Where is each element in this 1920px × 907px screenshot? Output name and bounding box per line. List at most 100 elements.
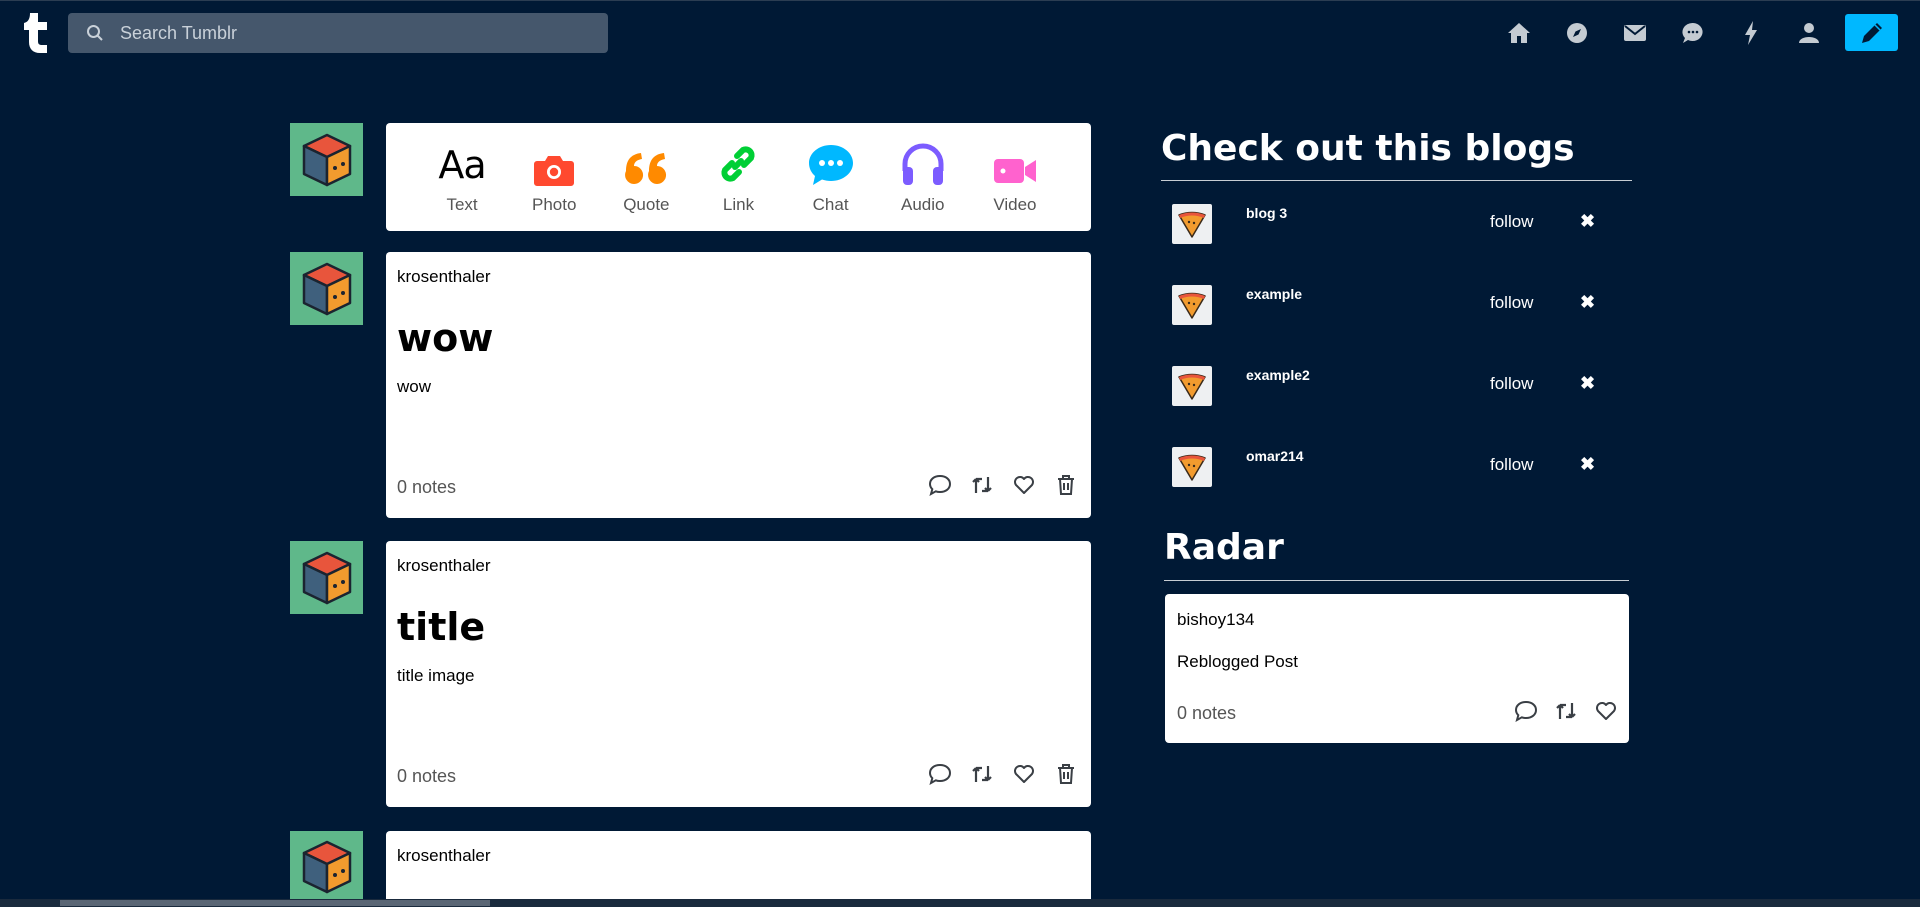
radar-divider — [1164, 580, 1629, 581]
post-title: title — [397, 605, 486, 649]
blog-avatar[interactable] — [1172, 447, 1212, 487]
like-icon[interactable] — [1593, 698, 1619, 724]
post-card: krosenthaler — [386, 831, 1091, 899]
dismiss-icon[interactable]: ✖ — [1580, 292, 1595, 313]
inbox-icon[interactable] — [1606, 15, 1664, 51]
video-icon — [993, 159, 1036, 183]
comment-icon[interactable] — [927, 761, 953, 787]
blog-avatar[interactable] — [1172, 366, 1212, 406]
post-notes[interactable]: 0 notes — [397, 477, 456, 498]
follow-button[interactable]: follow — [1490, 374, 1533, 394]
post-author[interactable]: krosenthaler — [397, 267, 491, 287]
recommended-heading: Check out this blogs — [1161, 128, 1575, 169]
post-avatar[interactable] — [290, 541, 363, 614]
post-type-label: Text — [446, 195, 478, 214]
reblog-icon[interactable] — [969, 472, 995, 498]
radar-post-text: Reblogged Post — [1177, 652, 1298, 671]
cube-avatar-icon — [302, 262, 351, 315]
dismiss-icon[interactable]: ✖ — [1580, 373, 1595, 394]
post-notes[interactable]: 0 notes — [397, 766, 456, 787]
post-actions — [927, 472, 1079, 498]
dismiss-icon[interactable]: ✖ — [1580, 454, 1595, 475]
post-actions — [927, 761, 1079, 787]
follow-button[interactable]: follow — [1490, 455, 1533, 475]
quote-icon — [625, 153, 667, 184]
post-body: wow — [397, 377, 432, 396]
blog-name[interactable]: omar214 — [1246, 448, 1304, 464]
post-type-label: Quote — [623, 195, 670, 214]
radar-post-actions — [1513, 698, 1619, 724]
follow-button[interactable]: follow — [1490, 293, 1533, 313]
blog-avatar[interactable] — [1172, 204, 1212, 244]
heading-divider — [1161, 180, 1632, 181]
post-avatar[interactable] — [290, 252, 363, 325]
reblog-icon[interactable] — [969, 761, 995, 787]
explore-icon[interactable] — [1548, 15, 1606, 51]
messages-icon[interactable] — [1664, 15, 1722, 51]
post-body: title image — [397, 666, 475, 685]
scrollbar-thumb[interactable] — [60, 900, 490, 906]
cube-avatar-icon — [302, 551, 351, 604]
post-type-text[interactable]: Aa Text — [422, 139, 502, 215]
pizza-slice-icon — [1178, 292, 1206, 319]
post-type-label: Audio — [901, 195, 945, 214]
horizontal-scrollbar[interactable] — [0, 899, 1920, 907]
radar-post-author[interactable]: bishoy134 — [1177, 610, 1255, 630]
user-avatar[interactable] — [290, 123, 363, 196]
delete-icon[interactable] — [1053, 761, 1079, 787]
cube-avatar-icon — [302, 133, 351, 186]
pizza-slice-icon — [1178, 454, 1206, 481]
search-bar[interactable] — [68, 13, 608, 53]
account-icon[interactable] — [1780, 15, 1838, 51]
comment-icon[interactable] — [927, 472, 953, 498]
text-icon: Aa — [438, 143, 486, 187]
follow-button[interactable]: follow — [1490, 212, 1533, 232]
blog-name[interactable]: blog 3 — [1246, 205, 1287, 221]
top-bar — [0, 0, 1920, 62]
post-author[interactable]: krosenthaler — [397, 556, 491, 576]
post-type-bar: Aa Text Photo Quote Link Chat Audio Vide… — [386, 123, 1091, 231]
like-icon[interactable] — [1011, 472, 1037, 498]
post-type-link[interactable]: Link — [698, 139, 778, 215]
activity-icon[interactable] — [1722, 15, 1780, 51]
post-card: krosenthaler wow wow 0 notes — [386, 252, 1091, 518]
post-type-label: Chat — [812, 195, 849, 214]
cube-avatar-icon — [302, 840, 351, 894]
home-icon[interactable] — [1490, 15, 1548, 51]
radar-heading: Radar — [1164, 527, 1284, 568]
dismiss-icon[interactable]: ✖ — [1580, 211, 1595, 232]
post-type-label: Link — [722, 195, 755, 214]
chat-icon — [808, 145, 853, 185]
post-author[interactable]: krosenthaler — [397, 846, 491, 866]
post-type-photo[interactable]: Photo — [514, 139, 594, 215]
link-icon — [721, 146, 756, 182]
radar-post-card: bishoy134 Reblogged Post 0 notes — [1165, 594, 1629, 743]
post-type-audio[interactable]: Audio — [883, 139, 963, 215]
post-type-quote[interactable]: Quote — [606, 139, 686, 215]
post-type-label: Video — [993, 195, 1037, 214]
post-type-video[interactable]: Video — [975, 139, 1055, 215]
like-icon[interactable] — [1011, 761, 1037, 787]
post-title: wow — [397, 316, 494, 360]
blog-name[interactable]: example2 — [1246, 367, 1310, 383]
blog-avatar[interactable] — [1172, 285, 1212, 325]
recommended-blog-row: example follow ✖ — [1162, 281, 1632, 341]
reblog-icon[interactable] — [1553, 698, 1579, 724]
radar-post-notes[interactable]: 0 notes — [1177, 703, 1236, 724]
headphones-icon — [902, 143, 944, 185]
top-nav — [1490, 15, 1838, 51]
recommended-blog-row: blog 3 follow ✖ — [1162, 200, 1632, 260]
tumblr-logo[interactable] — [22, 11, 52, 53]
recommended-blog-row: omar214 follow ✖ — [1162, 443, 1632, 503]
compose-button[interactable] — [1845, 14, 1898, 51]
post-type-label: Photo — [531, 195, 577, 214]
search-icon — [87, 25, 103, 41]
blog-name[interactable]: example — [1246, 286, 1302, 302]
search-input[interactable] — [120, 22, 590, 44]
comment-icon[interactable] — [1513, 698, 1539, 724]
delete-icon[interactable] — [1053, 472, 1079, 498]
post-avatar[interactable] — [290, 831, 363, 899]
post-type-chat[interactable]: Chat — [791, 139, 871, 215]
camera-icon — [534, 156, 575, 186]
recommended-blog-row: example2 follow ✖ — [1162, 362, 1632, 422]
